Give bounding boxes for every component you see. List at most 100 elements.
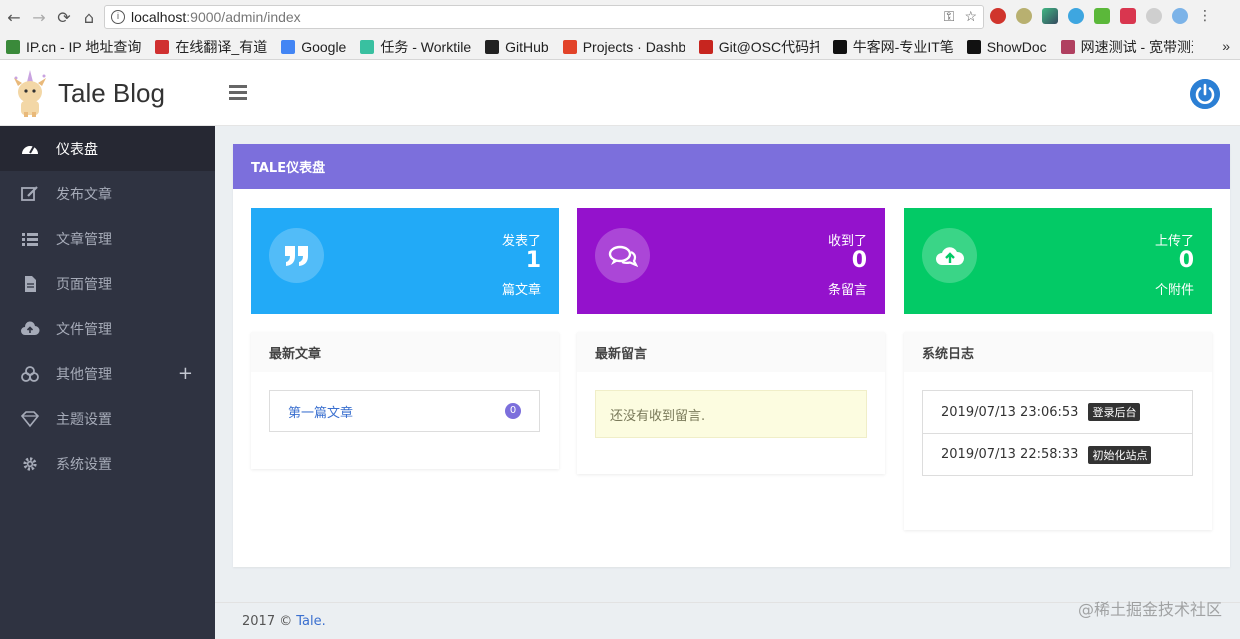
extension-icon[interactable] xyxy=(1120,8,1136,24)
cloud-upload-icon xyxy=(21,320,40,335)
bookmark-icon xyxy=(155,39,170,54)
bookmark-label: GitHub xyxy=(505,38,549,55)
bookmark-icon xyxy=(281,39,296,54)
sidebar-item-theme[interactable]: 主题设置 xyxy=(0,396,215,441)
stat-unit: 个附件 xyxy=(1154,283,1194,298)
sidebar-item-other[interactable]: 其他管理 + xyxy=(0,351,215,396)
bookmark-item[interactable]: IP.cn - IP 地址查询 xyxy=(6,37,141,57)
bookmark-item[interactable]: 任务 - Worktile xyxy=(360,37,471,57)
sidebar-item-posts[interactable]: 文章管理 xyxy=(0,216,215,261)
log-list: 2019/07/13 23:06:53 登录后台 2019/07/13 22:5… xyxy=(922,390,1193,476)
list-icon xyxy=(22,232,38,246)
article-title-link[interactable]: 第一篇文章 xyxy=(288,402,353,421)
extension-icon[interactable] xyxy=(1068,8,1084,24)
sidebar-item-label: 其他管理 xyxy=(56,366,112,383)
bookmark-item[interactable]: GitHub xyxy=(485,39,549,55)
sidebar-item-settings[interactable]: 系统设置 xyxy=(0,441,215,486)
sidebar: 仪表盘 发布文章 文章管理 页面管理 文件管理 其他管理 + 主题设置 系统设置 xyxy=(0,126,215,639)
expand-icon[interactable]: + xyxy=(178,363,193,384)
bookmark-icon xyxy=(832,39,847,54)
bookmark-item[interactable]: Projects · Dashboard xyxy=(562,38,685,55)
forward-icon[interactable]: → xyxy=(28,6,50,28)
bookmark-icon xyxy=(6,39,20,54)
back-icon[interactable]: ← xyxy=(3,6,25,28)
vue-devtools-icon[interactable] xyxy=(1042,8,1058,24)
unicorn-logo-icon xyxy=(14,70,46,117)
edit-icon xyxy=(21,185,38,201)
stat-value: 1 xyxy=(525,248,541,273)
box-title: 最新文章 xyxy=(251,332,559,372)
stat-label: 收到了 xyxy=(827,234,867,249)
extensions: ⋮ xyxy=(990,8,1212,24)
url-host: localhost xyxy=(131,9,187,25)
watermark: @稀土掘金技术社区 xyxy=(1077,600,1222,619)
home-icon[interactable]: ⌂ xyxy=(78,6,100,28)
reload-icon[interactable]: ⟳ xyxy=(53,6,75,28)
log-row: 2019/07/13 22:58:33 初始化站点 xyxy=(923,433,1192,475)
bookmark-item[interactable]: Google xyxy=(281,39,346,55)
footer-link[interactable]: Tale. xyxy=(296,614,326,629)
stat-unit: 篇文章 xyxy=(501,283,541,298)
extension-icon[interactable] xyxy=(1146,8,1162,24)
diamond-icon xyxy=(20,410,40,427)
power-icon[interactable] xyxy=(1190,79,1220,109)
menu-icon[interactable]: ⋮ xyxy=(1198,8,1212,24)
adblock-icon[interactable] xyxy=(990,8,1006,24)
stat-unit: 条留言 xyxy=(827,283,867,298)
comment-count-badge: 0 xyxy=(505,403,521,419)
log-action-tag: 登录后台 xyxy=(1088,403,1141,421)
sidebar-item-label: 页面管理 xyxy=(56,276,112,293)
stat-icon-circle xyxy=(269,228,324,283)
bookmarks-overflow-button[interactable]: » xyxy=(1222,38,1230,54)
bookmark-item[interactable]: Git@OSC代码托管 xyxy=(698,37,819,57)
stat-value: 0 xyxy=(1178,248,1194,273)
stat-value: 0 xyxy=(851,248,867,273)
bookmark-item[interactable]: ShowDoc xyxy=(966,38,1047,55)
star-icon[interactable]: ☆ xyxy=(964,8,977,25)
menu-toggle-icon[interactable] xyxy=(229,85,247,101)
address-bar[interactable]: i localhost:9000/admin/index ⚿ ☆ xyxy=(104,5,984,29)
info-icon[interactable]: i xyxy=(111,10,125,24)
bookmark-label: ShowDoc xyxy=(986,38,1047,55)
cloud-upload-icon xyxy=(935,246,964,265)
bookmark-icon xyxy=(360,39,375,54)
box-title: 最新留言 xyxy=(577,332,885,372)
extension-icon[interactable] xyxy=(1094,8,1110,24)
main-content: TALE仪表盘 发表了 1 篇文章 收到了 0 条留言 上传了 0 个附件 最新… xyxy=(215,126,1240,639)
logo[interactable]: Tale Blog xyxy=(0,61,215,126)
bookmark-icon xyxy=(485,39,500,54)
gear-icon xyxy=(23,456,37,471)
footer-text: 2017 © xyxy=(242,613,293,629)
sidebar-item-label: 文章管理 xyxy=(56,231,112,248)
bookmark-icon xyxy=(698,39,713,54)
stat-label: 上传了 xyxy=(1154,234,1194,249)
sidebar-item-label: 发布文章 xyxy=(56,186,112,203)
sidebar-item-label: 仪表盘 xyxy=(56,141,98,158)
cubes-icon xyxy=(21,365,39,382)
key-icon[interactable]: ⚿ xyxy=(944,8,955,25)
extension-icon[interactable] xyxy=(1172,8,1188,24)
latest-articles-box: 最新文章 第一篇文章 0 xyxy=(251,332,559,469)
logo-text: Tale Blog xyxy=(58,77,165,108)
log-row: 2019/07/13 23:06:53 登录后台 xyxy=(923,391,1192,433)
sidebar-item-label: 主题设置 xyxy=(56,411,112,428)
article-item[interactable]: 第一篇文章 0 xyxy=(269,390,540,432)
bookmark-label: Projects · Dashboard xyxy=(582,38,685,55)
bookmark-label: 牛客网-专业IT笔试 xyxy=(852,38,953,55)
sidebar-item-new-post[interactable]: 发布文章 xyxy=(0,171,215,216)
stat-icon-circle xyxy=(595,228,650,283)
sidebar-item-pages[interactable]: 页面管理 xyxy=(0,261,215,306)
stat-label: 发表了 xyxy=(501,234,541,249)
bookmark-item[interactable]: 牛客网-专业IT笔试 xyxy=(832,37,953,57)
extension-icon[interactable] xyxy=(1016,8,1032,24)
top-navbar xyxy=(215,61,1240,126)
browser-toolbar: ← → ⟳ ⌂ i localhost:9000/admin/index ⚿ ☆… xyxy=(0,0,1240,34)
bookmark-item[interactable]: 网速测试 - 宽带测速 xyxy=(1060,37,1193,57)
log-time: 2019/07/13 23:06:53 xyxy=(941,404,1079,420)
sidebar-item-dashboard[interactable]: 仪表盘 xyxy=(0,126,215,171)
system-logs-box: 系统日志 2019/07/13 23:06:53 登录后台 2019/07/13… xyxy=(904,332,1212,530)
empty-comments-alert: 还没有收到留言. xyxy=(595,390,867,438)
bookmark-item[interactable]: 在线翻译_有道 xyxy=(155,37,267,57)
bookmark-label: IP.cn - IP 地址查询 xyxy=(26,38,142,55)
sidebar-item-files[interactable]: 文件管理 xyxy=(0,306,215,351)
